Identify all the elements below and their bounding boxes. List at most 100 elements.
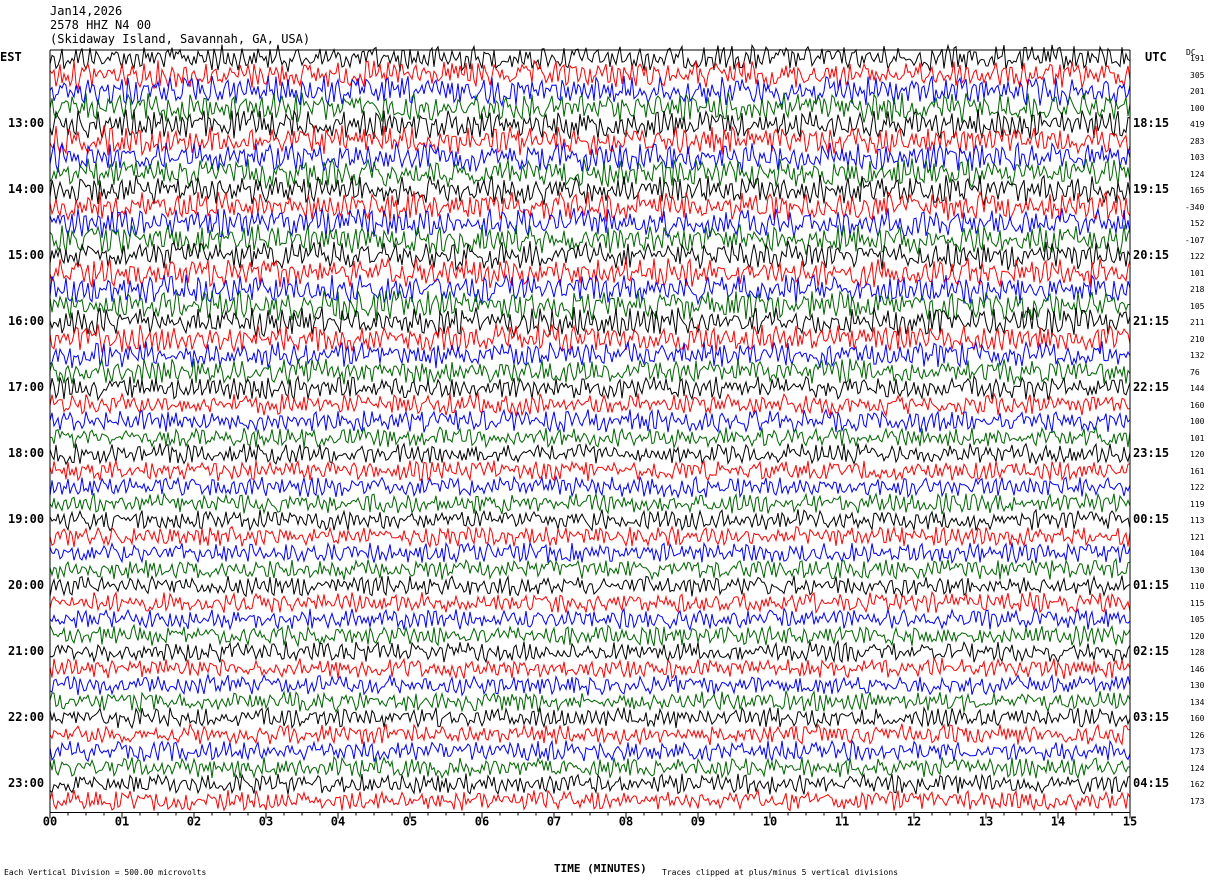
trace-row-1 [49,59,1131,91]
x-tick-label: 14 [1051,815,1065,829]
clip-note: Traces clipped at plus/minus 5 vertical … [662,868,899,877]
trace-row-32 [49,574,1131,599]
x-tick-label: 13 [979,815,993,829]
dc-offset-label: 121 [1190,532,1205,542]
right-hour-label: 01:15 [1133,578,1170,592]
trace-row-40 [49,706,1131,730]
trace-row-33 [49,590,1131,615]
dc-offset-label: 210 [1190,334,1205,344]
x-axis-title: TIME (MINUTES) [554,862,647,875]
trace-row-8 [49,174,1131,207]
dc-offset-label: 211 [1190,318,1205,327]
trace-row-38 [49,672,1131,697]
left-hour-label: 17:00 [8,380,45,394]
left-hour-label: 22:00 [8,710,45,724]
dc-offset-label: 120 [1190,450,1205,459]
dc-offset-label: 130 [1190,565,1205,575]
dc-offset-label: 124 [1190,763,1205,773]
dc-offset-label: 160 [1190,714,1205,723]
dc-offset-label: 76 [1190,367,1200,377]
dc-offset-label: 130 [1190,681,1205,690]
trace-row-27 [49,491,1131,515]
left-hour-label: 13:00 [8,116,45,130]
trace-row-35 [49,623,1131,648]
dc-offset-label: 122 [1190,483,1205,492]
trace-row-30 [49,541,1131,565]
x-tick-label: 04 [331,815,345,829]
dc-offset-label: 100 [1190,103,1205,113]
left-hour-label: 23:00 [8,776,45,790]
dc-offset-label: 126 [1190,730,1205,740]
x-tick-label: 01 [115,815,129,829]
dc-offset-label: 105 [1190,615,1205,624]
right-hour-label: 00:15 [1133,512,1170,526]
helicorder-plot: 00 01 02 03 04 05 06 07 08 09 10 11 12 13 14 15 [43,43,1137,829]
trace-row-22 [49,408,1131,434]
dc-offset-label: 101 [1190,268,1205,278]
trace-row-45 [49,788,1131,812]
right-hour-label: 03:15 [1133,710,1170,724]
dc-offset-label: 201 [1190,87,1205,96]
dc-offset-label: 305 [1190,70,1205,80]
dc-offset-label: 160 [1190,400,1205,410]
right-timezone-label: UTC [1145,50,1167,64]
right-hour-label: 21:15 [1133,314,1170,328]
x-tick-label: 03 [259,815,273,829]
dc-offset-label: 152 [1190,219,1205,228]
trace-row-25 [49,459,1131,482]
right-hour-label: 18:15 [1133,116,1170,130]
x-tick-label: 06 [475,815,489,829]
x-tick-label: 09 [691,815,705,829]
dc-offset-label: 101 [1190,433,1205,443]
date-label: Jan14,2026 [50,4,123,18]
x-tick-label: 08 [619,815,633,829]
dc-offset-label: 120 [1190,631,1205,641]
dc-offset-label: 162 [1190,780,1205,789]
trace-row-31 [49,557,1131,581]
dc-offset-label: 132 [1190,351,1205,360]
x-tick-label: 00 [43,815,57,829]
left-hour-label: 21:00 [8,644,45,658]
dc-offset-label: 119 [1190,499,1205,509]
trace-row-15 [49,290,1130,321]
x-tick-label: 12 [907,815,921,829]
x-tick-label: 05 [403,815,417,829]
trace-row-34 [49,606,1131,632]
right-hour-label: 04:15 [1133,776,1170,790]
trace-row-42 [49,739,1131,763]
dc-offset-label: 110 [1190,582,1205,591]
x-tick-label: 07 [547,815,561,829]
trace-row-29 [49,525,1131,549]
trace-row-37 [49,656,1131,680]
x-tick-label: 02 [187,815,201,829]
dc-offset-label: 124 [1190,169,1205,179]
dc-offset-label: 144 [1190,384,1205,393]
right-hour-label: 23:15 [1133,446,1170,460]
trace-row-39 [49,690,1131,714]
trace-row-24 [49,442,1131,466]
left-hour-label: 15:00 [8,248,45,262]
x-tick-label: 11 [835,815,849,829]
station-label: 2578 HHZ N4 00 [50,18,152,32]
trace-row-23 [49,425,1131,450]
left-timezone-label: EST [0,50,22,64]
dc-offset-label: 218 [1190,285,1205,294]
dc-offset-label: 100 [1190,417,1205,426]
dc-offset-label: 115 [1190,598,1205,608]
right-hour-label: 22:15 [1133,380,1170,394]
dc-offset-label: 173 [1190,796,1205,806]
dc-offset-label: 191 [1190,54,1205,63]
dc-offset-label: 105 [1190,301,1205,311]
right-hour-label: 02:15 [1133,644,1170,658]
dc-offset-label: 122 [1190,252,1205,261]
right-hour-label: 19:15 [1133,182,1170,196]
dc-offset-label: 134 [1190,697,1205,707]
trace-row-28 [49,508,1131,532]
left-hour-label: 18:00 [8,446,45,460]
dc-offset-label: 113 [1190,516,1205,525]
dc-offset-label: 103 [1190,153,1205,162]
x-tick-label: 10 [763,815,777,829]
dc-offset-label: 173 [1190,747,1205,756]
dc-offset-label: -107 [1185,235,1205,245]
dc-offset-label: 419 [1190,120,1205,129]
